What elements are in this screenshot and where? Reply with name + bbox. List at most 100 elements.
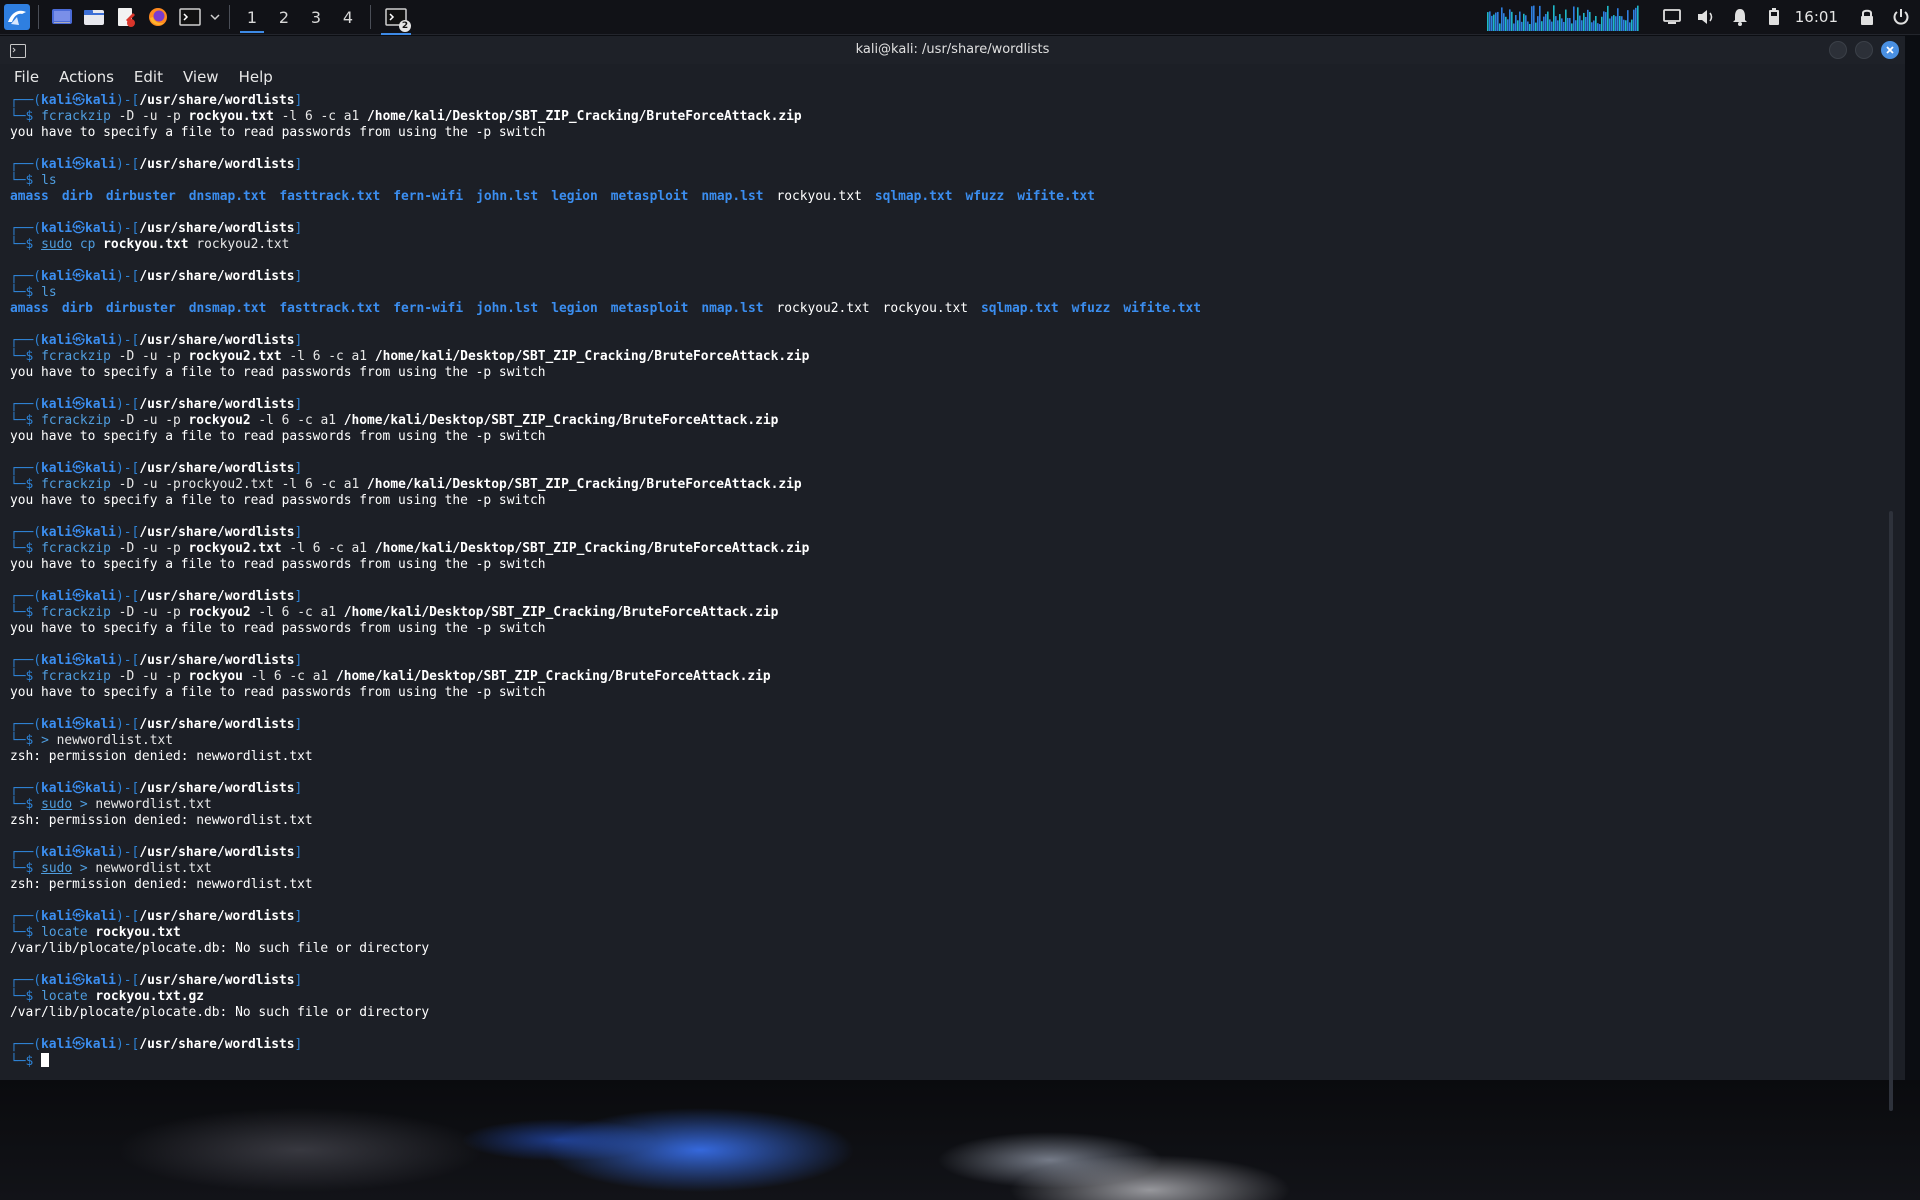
terminal-task-button[interactable]: 2 (379, 0, 413, 35)
cpu-graph-bar (1522, 13, 1525, 31)
cpu-graph-bar (1558, 14, 1561, 31)
command-file: /home/kali/Desktop/SBT_ZIP_Cracking/Brut… (336, 669, 771, 684)
file-manager-icon[interactable] (79, 2, 109, 32)
output-text: you have to specify a file to read passw… (10, 365, 546, 380)
menu-bar: File Actions Edit View Help (0, 64, 1905, 90)
notifications-icon[interactable] (1725, 2, 1755, 32)
command-name: locate (41, 989, 88, 1004)
window-titlebar[interactable]: kali@kali: /usr/share/wordlists (0, 36, 1905, 64)
command-options: -l 6 -c a1 (273, 109, 368, 124)
prompt-prefix: ┌──( (10, 1037, 42, 1052)
chevron-down-icon[interactable] (207, 2, 223, 32)
ls-entry: dnsmap.txt (188, 189, 267, 204)
display-icon[interactable] (1657, 2, 1687, 32)
cpu-graph-bar (1502, 13, 1505, 31)
system-tray: 16:01 (1486, 0, 1920, 35)
kali-menu-icon[interactable] (2, 2, 32, 32)
menu-actions[interactable]: Actions (59, 68, 114, 86)
menu-help[interactable]: Help (239, 68, 273, 86)
ls-output-row: amass dirb dirbuster dnsmap.txt fasttrack.tx… (10, 189, 1880, 205)
terminal-launcher-icon[interactable] (175, 2, 205, 32)
minimize-button[interactable] (1829, 41, 1847, 59)
prompt-user: kali (41, 717, 73, 732)
command-options: -l 6 -c a1 (250, 413, 344, 428)
power-icon[interactable] (1886, 2, 1916, 32)
prompt-dollar: └─$ (10, 173, 34, 188)
show-desktop-icon[interactable] (47, 2, 77, 32)
firefox-icon[interactable] (143, 2, 173, 32)
output-line: /var/lib/plocate/plocate.db: No such fil… (10, 1005, 1880, 1021)
command-argument: rockyou.txt.gz (95, 989, 205, 1004)
command-argument: rockyou.txt (188, 109, 274, 124)
maximize-button[interactable] (1855, 41, 1873, 59)
output-line: zsh: permission denied: newwordlist.txt (10, 813, 1880, 829)
command-argument: rockyou2.txt (188, 541, 282, 556)
prompt-dollar: └─$ (10, 1054, 34, 1069)
cpu-graph-bar (1492, 14, 1495, 31)
prompt-dollar: └─$ (10, 989, 34, 1004)
prompt-path: /usr/share/wordlists (139, 221, 295, 236)
prompt-host: kali (84, 717, 117, 732)
cpu-graph-bar (1572, 6, 1575, 31)
command-name: cp (79, 237, 96, 252)
clock[interactable]: 16:01 (1795, 8, 1838, 26)
prompt-dollar: └─$ (10, 413, 34, 428)
workspace-2[interactable]: 2 (268, 0, 300, 35)
output-text: you have to specify a file to read passw… (10, 125, 546, 140)
prompt-line: ┌──(kali㉿kali)-[/usr/share/wordlists] (10, 461, 1880, 477)
terminal-output[interactable]: ┌──(kali㉿kali)-[/usr/share/wordlists] └─$… (10, 93, 1880, 1078)
prompt-dollar: └─$ (10, 669, 34, 684)
workspace-3[interactable]: 3 (300, 0, 332, 35)
workspace-4[interactable]: 4 (332, 0, 364, 35)
redirect-operator: > (41, 733, 49, 748)
prompt-host: kali (84, 157, 117, 172)
prompt-at: ㉿ (72, 333, 85, 348)
cpu-graph-bar (1542, 16, 1545, 31)
lock-screen-icon[interactable] (1852, 2, 1882, 32)
cpu-graph-bar (1632, 9, 1635, 31)
command-line: └─$ ls (10, 285, 1880, 301)
command-name: fcrackzip (41, 349, 111, 364)
menu-file[interactable]: File (14, 68, 39, 86)
scrollbar[interactable] (1889, 511, 1893, 1111)
workspace-1[interactable]: 1 (236, 0, 268, 35)
close-button[interactable] (1881, 41, 1899, 59)
command-line: └─$ fcrackzip -D -u -p rockyou2 -l 6 -c … (10, 605, 1880, 621)
prompt-close: ] (294, 717, 303, 732)
prompt-line: ┌──(kali㉿kali)-[/usr/share/wordlists] (10, 973, 1880, 989)
prompt-dollar: └─$ (10, 733, 34, 748)
prompt-separator: )-[ (116, 461, 140, 476)
cpu-graph-bar (1490, 15, 1493, 31)
menu-edit[interactable]: Edit (134, 68, 163, 86)
prompt-close: ] (294, 461, 303, 476)
battery-icon[interactable] (1759, 2, 1789, 32)
volume-icon[interactable] (1691, 2, 1721, 32)
cpu-graph-bar (1514, 15, 1517, 31)
ls-entry: dirbuster (105, 301, 176, 316)
cpu-usage-graph[interactable] (1486, 3, 1641, 31)
cpu-graph-bar (1570, 23, 1573, 31)
output-text: /var/lib/plocate/plocate.db: No such fil… (10, 1005, 430, 1020)
prompt-user: kali (41, 269, 73, 284)
prompt-close: ] (294, 845, 303, 860)
prompt-separator: )-[ (116, 589, 140, 604)
ls-entry: fern-wifi (393, 189, 464, 204)
output-text: /var/lib/plocate/plocate.db: No such fil… (10, 941, 430, 956)
cpu-graph-bar (1518, 11, 1521, 31)
prompt-host: kali (84, 221, 117, 236)
menu-view[interactable]: View (183, 68, 219, 86)
command-argument: rockyou2.txt (196, 237, 290, 252)
text-editor-icon[interactable] (111, 2, 141, 32)
command-options: -l 6 -c a1 (242, 669, 336, 684)
cpu-graph-bar (1626, 10, 1629, 31)
prompt-user: kali (41, 1037, 73, 1052)
prompt-at: ㉿ (72, 653, 85, 668)
prompt-prefix: ┌──( (10, 221, 42, 236)
prompt-close: ] (294, 973, 303, 988)
cpu-graph-bar (1564, 9, 1567, 31)
cpu-graph-bar (1550, 21, 1553, 31)
prompt-close: ] (294, 525, 303, 540)
